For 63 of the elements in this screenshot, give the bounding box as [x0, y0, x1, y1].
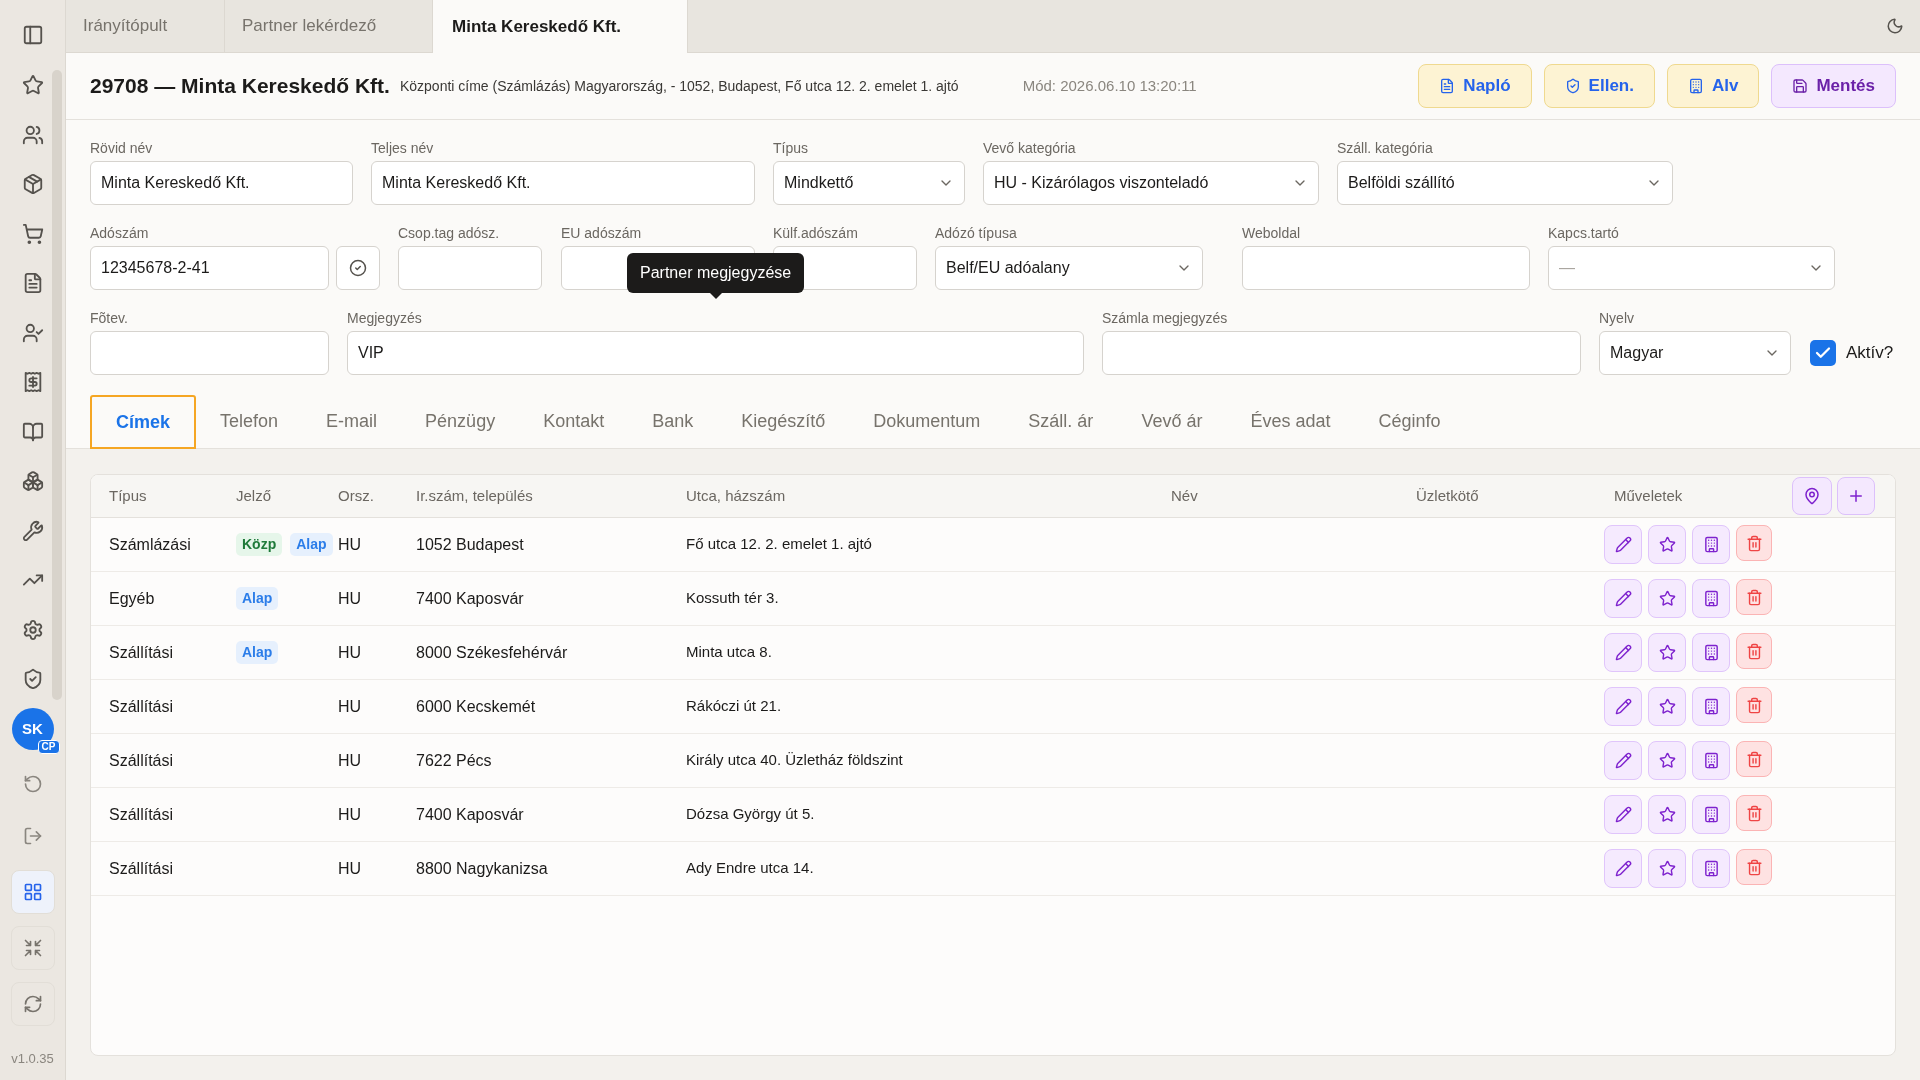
version-label: v1.0.35: [11, 1049, 54, 1068]
table-cell-text: Ady Endre utca 14.: [686, 858, 815, 879]
field-label: Rövid név: [90, 140, 154, 156]
table-cell-text: HU: [338, 534, 363, 555]
table-cell-text: 8000 Székesfehérvár: [416, 642, 569, 663]
role-badge: CP: [37, 740, 60, 754]
table-cell-text: Egyéb: [109, 588, 156, 609]
table-cell-text: Szállítási: [109, 804, 175, 825]
modified-timestamp: Mód: 2026.06.10 13:20:11: [1022, 75, 1197, 96]
field-label: Típus: [773, 140, 809, 156]
field-label: Nyelv: [1599, 310, 1635, 326]
table-cell-text: HU: [338, 696, 363, 717]
field-label: Csop.tag adósz.: [398, 225, 501, 241]
column-header: Utca, házszám: [686, 485, 787, 506]
table-cell-text: Szállítási: [109, 642, 175, 663]
field-label: EU adószám: [561, 225, 643, 241]
tag: Alap: [236, 641, 279, 664]
tag: Közp: [236, 533, 283, 556]
table-cell-text: Szállítási: [109, 858, 175, 879]
column-header: Típus: [109, 485, 148, 506]
field-label: Megjegyzés: [347, 310, 423, 326]
column-header: Orsz.: [338, 485, 375, 506]
table-cell-text: Szállítási: [109, 696, 175, 717]
tag: Alap: [290, 533, 333, 556]
tag: Alap: [236, 587, 279, 610]
table-cell-text: 7400 Kaposvár: [416, 588, 525, 609]
table-cell-text: Szállítási: [109, 750, 175, 771]
table-cell-text: Rákóczi út 21.: [686, 696, 783, 717]
table-cell-text: Minta utca 8.: [686, 642, 773, 663]
table-cell-text: 1052 Budapest: [416, 534, 525, 555]
table-cell-text: 7400 Kaposvár: [416, 804, 525, 825]
table-cell-text: Számlázási: [109, 534, 192, 555]
table-cell-text: HU: [338, 804, 363, 825]
column-header: Ir.szám, település: [416, 485, 534, 506]
table-cell-text: HU: [338, 858, 363, 879]
column-header: Üzletkötő: [1416, 485, 1480, 506]
field-label: Vevő kategória: [983, 140, 1077, 156]
table-cell-text: Dózsa György út 5.: [686, 804, 816, 825]
table-cell-text: HU: [338, 588, 363, 609]
field-label: Fõtev.: [90, 310, 129, 326]
checkbox-label: Aktív?: [1846, 342, 1894, 365]
address-text: Központi címe (Számlázás) Magyarország, - 1052, Budapest, Fő utca 12. 2. emelet 1. ajtó: [399, 76, 959, 96]
field-label: Számla megjegyzés: [1102, 310, 1229, 326]
table-cell-text: HU: [338, 750, 363, 771]
table-cell-text: Király utca 40. Üzletház földszint: [686, 750, 904, 771]
table-cell-text: 6000 Kecskemét: [416, 696, 537, 717]
field-label: Adószám: [90, 225, 150, 241]
field-label: Weboldal: [1242, 225, 1302, 241]
field-label: Adózó típusa: [935, 225, 1018, 241]
column-header: Név: [1171, 485, 1199, 506]
field-label: Kapcs.tartó: [1548, 225, 1620, 241]
table-cell-text: 8800 Nagykanizsa: [416, 858, 549, 879]
table-cell-text: 7622 Pécs: [416, 750, 493, 771]
field-label: Száll. kategória: [1337, 140, 1434, 156]
column-header: Jelző: [236, 485, 273, 506]
table-cell-text: Fő utca 12. 2. emelet 1. ajtó: [686, 534, 873, 555]
tooltip: Partner megjegyzése: [627, 253, 805, 293]
table-cell-text: Kossuth tér 3.: [686, 588, 780, 609]
page-title: 29708 — Minta Kereskedő Kft.: [90, 73, 390, 100]
field-label: Külf.adószám: [773, 225, 859, 241]
field-label: Teljes név: [371, 140, 435, 156]
column-header: Műveletek: [1614, 485, 1683, 506]
table-cell-text: HU: [338, 642, 363, 663]
